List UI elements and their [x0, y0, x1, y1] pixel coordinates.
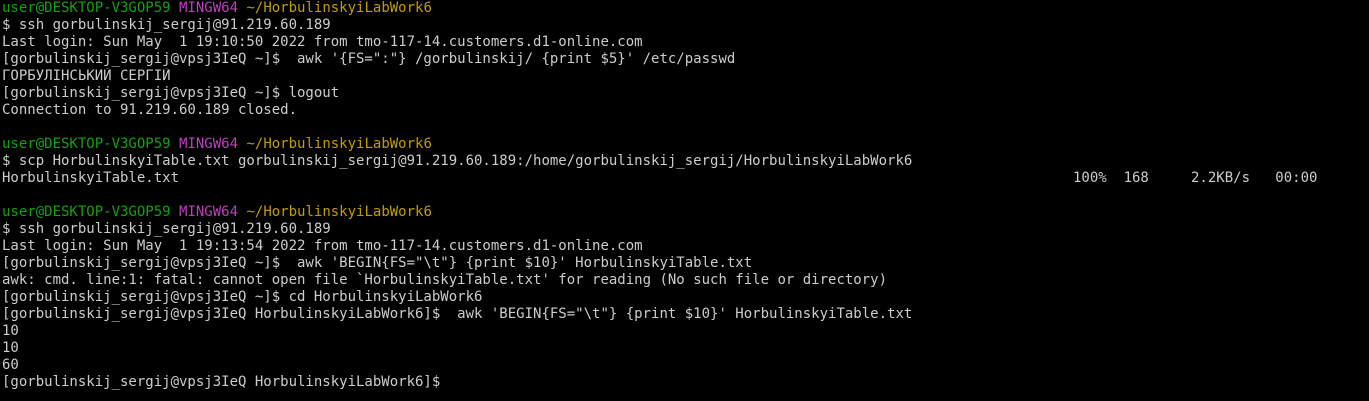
prompt-header: user@DESKTOP-V3GOP59 MINGW64 ~/Horbulins…: [2, 204, 1369, 221]
prompt-path: ~/HorbulinskyiLabWork6: [246, 204, 432, 220]
current-prompt: [gorbulinskij_sergij@vpsj3IeQ Horbulinsk…: [2, 374, 441, 390]
terminal-line: $ ssh gorbulinskij_sergij@91.219.60.189: [2, 221, 331, 237]
prompt-header: user@DESKTOP-V3GOP59 MINGW64 ~/Horbulins…: [2, 0, 1369, 17]
terminal-line: [gorbulinskij_sergij@vpsj3IeQ ~]$ cd Hor…: [2, 289, 483, 305]
command-input-line[interactable]: [gorbulinskij_sergij@vpsj3IeQ Horbulinsk…: [2, 374, 1369, 391]
terminal-line: awk: cmd. line:1: fatal: cannot open fil…: [2, 272, 888, 288]
prompt-user-host: user@DESKTOP-V3GOP59: [2, 0, 171, 16]
prompt-user-host: user@DESKTOP-V3GOP59: [2, 204, 171, 220]
terminal-window[interactable]: user@DESKTOP-V3GOP59 MINGW64 ~/Horbulins…: [0, 0, 1369, 401]
terminal-line: 10: [2, 323, 19, 339]
terminal-line: Last login: Sun May 1 19:10:50 2022 from…: [2, 34, 643, 50]
terminal-line: 60: [2, 357, 19, 373]
transfer-progress-line: HorbulinskyiTable.txt 100% 168 2.2KB/s 0…: [2, 170, 1369, 187]
terminal-line: ГОРБУЛІНСЬКИЙ СЕРГІЙ: [2, 68, 171, 84]
terminal-line: [gorbulinskij_sergij@vpsj3IeQ ~]$ awk '{…: [2, 51, 736, 67]
terminal-line: [gorbulinskij_sergij@vpsj3IeQ ~]$ awk 'B…: [2, 255, 753, 271]
transfer-file-name: HorbulinskyiTable.txt: [2, 170, 180, 186]
prompt-env: MINGW64: [179, 136, 239, 152]
transfer-stats: 100% 168 2.2KB/s 00:00: [1073, 170, 1318, 186]
prompt-header: user@DESKTOP-V3GOP59 MINGW64 ~/Horbulins…: [2, 136, 1369, 153]
terminal-line: [gorbulinskij_sergij@vpsj3IeQ ~]$ logout: [2, 85, 340, 101]
prompt-path: ~/HorbulinskyiLabWork6: [246, 136, 432, 152]
prompt-env: MINGW64: [179, 0, 239, 16]
terminal-line: [gorbulinskij_sergij@vpsj3IeQ Horbulinsk…: [2, 306, 913, 322]
prompt-path: ~/HorbulinskyiLabWork6: [246, 0, 432, 16]
terminal-line: Connection to 91.219.60.189 closed.: [2, 102, 298, 118]
text-cursor: [440, 374, 448, 389]
terminal-line: $ scp HorbulinskyiTable.txt gorbulinskij…: [2, 153, 913, 169]
prompt-user-host: user@DESKTOP-V3GOP59: [2, 136, 171, 152]
terminal-line: Last login: Sun May 1 19:13:54 2022 from…: [2, 238, 643, 254]
terminal-line: $ ssh gorbulinskij_sergij@91.219.60.189: [2, 17, 331, 33]
prompt-env: MINGW64: [179, 204, 239, 220]
terminal-line: 10: [2, 340, 19, 356]
